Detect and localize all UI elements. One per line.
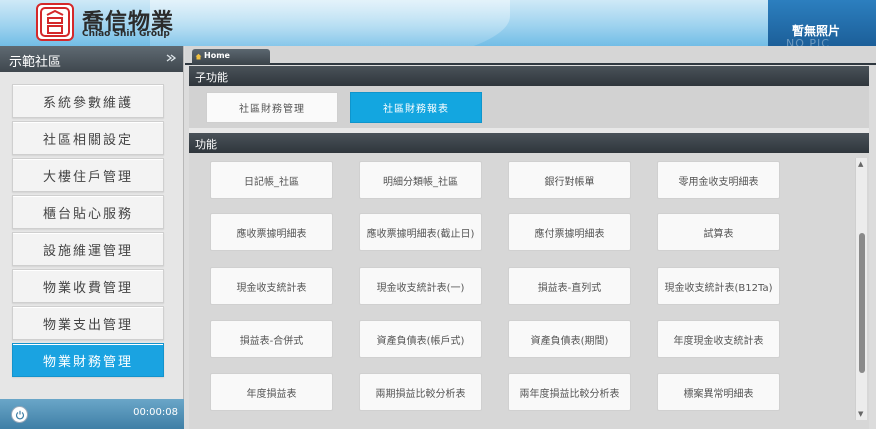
logo-icon bbox=[40, 7, 70, 37]
sidebar-item-facilities[interactable]: 設施維運管理 bbox=[12, 232, 164, 266]
function-button[interactable]: 兩期損益比較分析表 bbox=[359, 373, 482, 411]
sidebar-footer: 00:00:08 bbox=[0, 399, 184, 429]
sidebar-item-system-params[interactable]: 系統參數維護 bbox=[12, 84, 164, 118]
function-button[interactable]: 試算表 bbox=[657, 213, 780, 251]
power-button[interactable] bbox=[11, 406, 28, 423]
header-decoration bbox=[150, 0, 510, 46]
subfunc-finance-management[interactable]: 社區財務管理 bbox=[206, 92, 338, 123]
brand-name-english: Chiao Shin Group bbox=[82, 29, 170, 39]
function-button[interactable]: 銀行對帳單 bbox=[508, 161, 631, 199]
community-name: 示範社區 bbox=[9, 55, 62, 70]
scroll-down-icon[interactable]: ▼ bbox=[858, 410, 863, 418]
tab-bar: Home bbox=[185, 46, 876, 65]
sidebar-item-front-desk[interactable]: 櫃台貼心服務 bbox=[12, 195, 164, 229]
function-button[interactable]: 應付票據明細表 bbox=[508, 213, 631, 251]
company-logo bbox=[36, 3, 74, 41]
subfunction-area: 社區財務管理 社區財務報表 bbox=[189, 86, 869, 128]
home-icon bbox=[195, 53, 202, 60]
function-button[interactable]: 應收票據明細表(截止日) bbox=[359, 213, 482, 251]
function-button[interactable]: 損益表-合併式 bbox=[210, 320, 333, 358]
function-button[interactable]: 標案異常明細表 bbox=[657, 373, 780, 411]
function-button[interactable]: 年度現金收支統計表 bbox=[657, 320, 780, 358]
profile-photo-placeholder[interactable]: NO PIC 暫無照片 bbox=[768, 0, 876, 46]
sidebar: 示範社區 系統參數維護 社區相關設定 大樓住戶管理 櫃台貼心服務 設施維運管理 … bbox=[0, 46, 184, 429]
photo-label: 暫無照片 bbox=[792, 24, 841, 38]
sidebar-item-expenses[interactable]: 物業支出管理 bbox=[12, 306, 164, 340]
sidebar-item-billing[interactable]: 物業收費管理 bbox=[12, 269, 164, 303]
function-button[interactable]: 資產負債表(期間) bbox=[508, 320, 631, 358]
tab-home-label: Home bbox=[204, 51, 230, 60]
function-button[interactable]: 明細分類帳_社區 bbox=[359, 161, 482, 199]
function-button[interactable]: 日記帳_社區 bbox=[210, 161, 333, 199]
function-button[interactable]: 兩年度損益比較分析表 bbox=[508, 373, 631, 411]
collapse-icon[interactable] bbox=[166, 53, 176, 63]
function-button[interactable]: 現金收支統計表 bbox=[210, 267, 333, 305]
scrollbar-thumb[interactable] bbox=[859, 233, 865, 373]
sidebar-header: 示範社區 bbox=[0, 46, 183, 72]
power-icon bbox=[15, 410, 24, 419]
sidebar-item-residents[interactable]: 大樓住戶管理 bbox=[12, 158, 164, 192]
function-scrollbar[interactable]: ▲ ▼ bbox=[855, 158, 867, 420]
function-button[interactable]: 年度損益表 bbox=[210, 373, 333, 411]
session-timer: 00:00:08 bbox=[133, 407, 178, 418]
function-header: 功能 bbox=[189, 133, 869, 153]
sidebar-menu: 系統參數維護 社區相關設定 大樓住戶管理 櫃台貼心服務 設施維運管理 物業收費管… bbox=[0, 72, 183, 377]
subfunction-header: 子功能 bbox=[189, 66, 869, 86]
function-button[interactable]: 現金收支統計表(B12Ta) bbox=[657, 267, 780, 305]
function-grid: 日記帳_社區 明細分類帳_社區 銀行對帳單 零用金收支明細表 應收票據明細表 應… bbox=[189, 153, 869, 429]
sidebar-item-finance[interactable]: 物業財務管理 bbox=[12, 343, 164, 377]
subfunc-finance-reports[interactable]: 社區財務報表 bbox=[350, 92, 482, 123]
function-button[interactable]: 零用金收支明細表 bbox=[657, 161, 780, 199]
scroll-up-icon[interactable]: ▲ bbox=[858, 160, 863, 168]
app-header: 喬信物業 Chiao Shin Group NO PIC 暫無照片 bbox=[0, 0, 876, 46]
function-button[interactable]: 現金收支統計表(一) bbox=[359, 267, 482, 305]
main-content: 子功能 社區財務管理 社區財務報表 功能 日記帳_社區 明細分類帳_社區 銀行對… bbox=[189, 66, 869, 429]
function-button[interactable]: 應收票據明細表 bbox=[210, 213, 333, 251]
function-button[interactable]: 資產負債表(帳戶式) bbox=[359, 320, 482, 358]
tab-home[interactable]: Home bbox=[192, 49, 270, 65]
sidebar-item-community-settings[interactable]: 社區相關設定 bbox=[12, 121, 164, 155]
function-button[interactable]: 損益表-直列式 bbox=[508, 267, 631, 305]
